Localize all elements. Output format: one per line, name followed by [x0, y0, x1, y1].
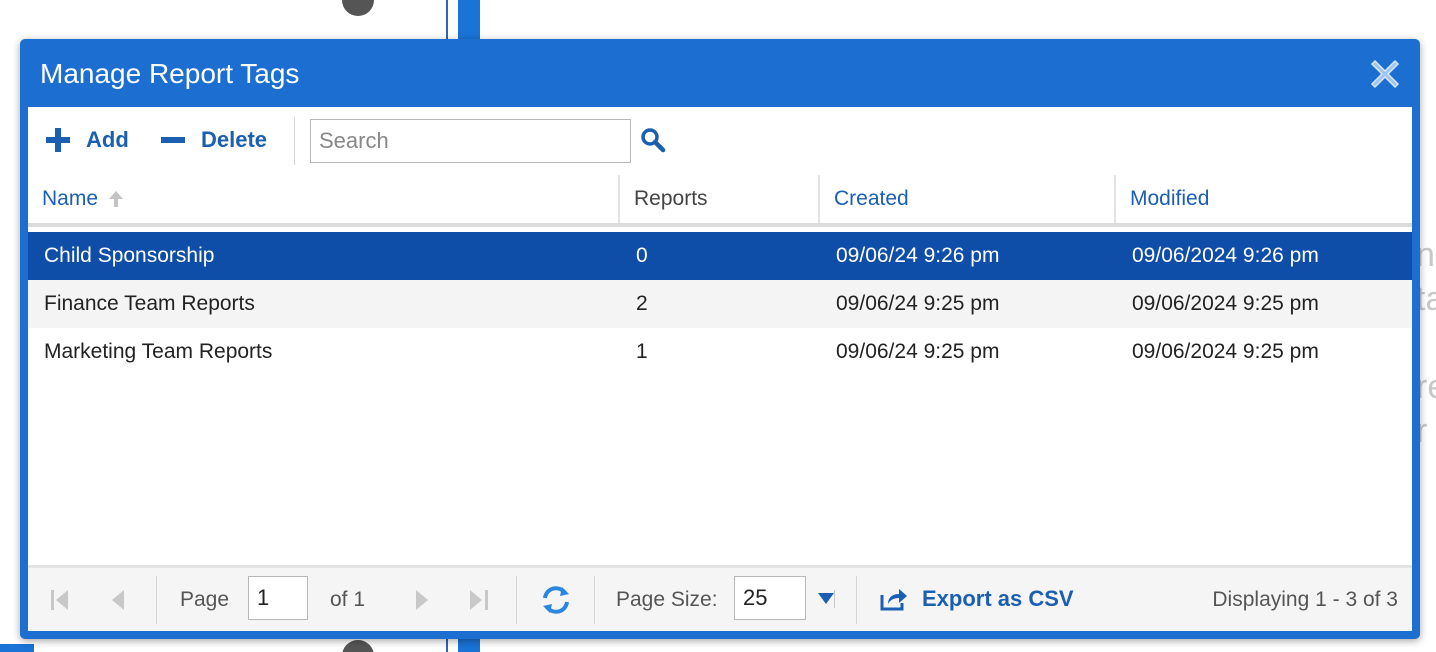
search-icon[interactable]: [640, 127, 666, 153]
paging-divider: [594, 576, 595, 624]
display-info: Displaying 1 - 3 of 3: [1212, 588, 1398, 611]
grid-rows: Child Sponsorship 0 09/06/24 9:26 pm 09/…: [28, 232, 1412, 376]
paging-divider: [856, 576, 857, 624]
table-row[interactable]: Marketing Team Reports 1 09/06/24 9:25 p…: [28, 328, 1412, 376]
toolbar-divider: [294, 117, 295, 165]
background-icon: [342, 640, 374, 652]
background-icon: [342, 0, 374, 16]
cell-reports: 0: [636, 244, 648, 267]
cell-name: Marketing Team Reports: [44, 340, 273, 363]
delete-button-label: Delete: [201, 127, 268, 152]
paging-toolbar: Page of 1 Page Size:: [28, 565, 1412, 631]
page-size-dropdown-icon[interactable]: [816, 588, 836, 616]
page-number-input[interactable]: [248, 576, 308, 620]
dialog-titlebar[interactable]: Manage Report Tags: [20, 39, 1420, 107]
column-header-name[interactable]: Name: [28, 175, 620, 223]
export-csv-label: Export as CSV: [922, 586, 1074, 611]
next-page-icon[interactable]: [408, 586, 434, 614]
export-csv-button[interactable]: Export as CSV: [880, 586, 1074, 612]
cell-name: Finance Team Reports: [44, 292, 255, 315]
column-header-label: Created: [834, 187, 909, 210]
column-header-label: Modified: [1130, 187, 1210, 210]
delete-button[interactable]: Delete: [161, 127, 267, 153]
column-header-reports[interactable]: Reports: [620, 175, 820, 223]
cell-reports: 2: [636, 292, 648, 315]
page-label: Page: [180, 588, 230, 611]
page-size-label: Page Size:: [616, 588, 718, 611]
table-row[interactable]: Finance Team Reports 2 09/06/24 9:25 pm …: [28, 280, 1412, 328]
close-icon[interactable]: [1368, 57, 1402, 91]
page-size-input[interactable]: [734, 576, 806, 620]
manage-report-tags-dialog: Manage Report Tags Add Delete Search Nam…: [20, 39, 1420, 639]
cell-modified: 09/06/2024 9:26 pm: [1132, 244, 1319, 267]
previous-page-icon[interactable]: [106, 586, 132, 614]
table-row[interactable]: Child Sponsorship 0 09/06/24 9:26 pm 09/…: [28, 232, 1412, 280]
export-icon: [880, 589, 907, 611]
plus-icon: [46, 128, 70, 152]
column-header-label: Reports: [634, 187, 708, 210]
cell-created: 09/06/24 9:26 pm: [836, 244, 1000, 267]
dialog-title: Manage Report Tags: [40, 58, 300, 89]
paging-divider: [516, 576, 517, 624]
dialog-body: Add Delete Name Reports: [28, 107, 1412, 631]
page-count-label: of 1: [330, 588, 366, 611]
grid-header: Name Reports Created Modified: [28, 175, 1412, 227]
cell-reports: 1: [636, 340, 648, 363]
refresh-icon[interactable]: [540, 584, 572, 616]
cell-modified: 09/06/2024 9:25 pm: [1132, 340, 1319, 363]
last-page-icon[interactable]: [466, 586, 492, 614]
minus-icon: [161, 137, 185, 143]
cell-created: 09/06/24 9:25 pm: [836, 340, 1000, 363]
column-header-label: Name: [42, 187, 99, 210]
cell-name: Child Sponsorship: [44, 244, 215, 267]
toolbar: Add Delete: [28, 107, 1412, 175]
paging-divider: [156, 576, 157, 624]
column-header-created[interactable]: Created: [820, 175, 1116, 223]
column-header-modified[interactable]: Modified: [1116, 175, 1412, 223]
cell-modified: 09/06/2024 9:25 pm: [1132, 292, 1319, 315]
background-element: [0, 644, 34, 652]
add-button-label: Add: [86, 127, 129, 152]
cell-created: 09/06/24 9:25 pm: [836, 292, 1000, 315]
sort-ascending-icon: [109, 191, 124, 207]
search-input[interactable]: [310, 119, 631, 163]
add-button[interactable]: Add: [46, 127, 129, 153]
first-page-icon[interactable]: [48, 586, 74, 614]
